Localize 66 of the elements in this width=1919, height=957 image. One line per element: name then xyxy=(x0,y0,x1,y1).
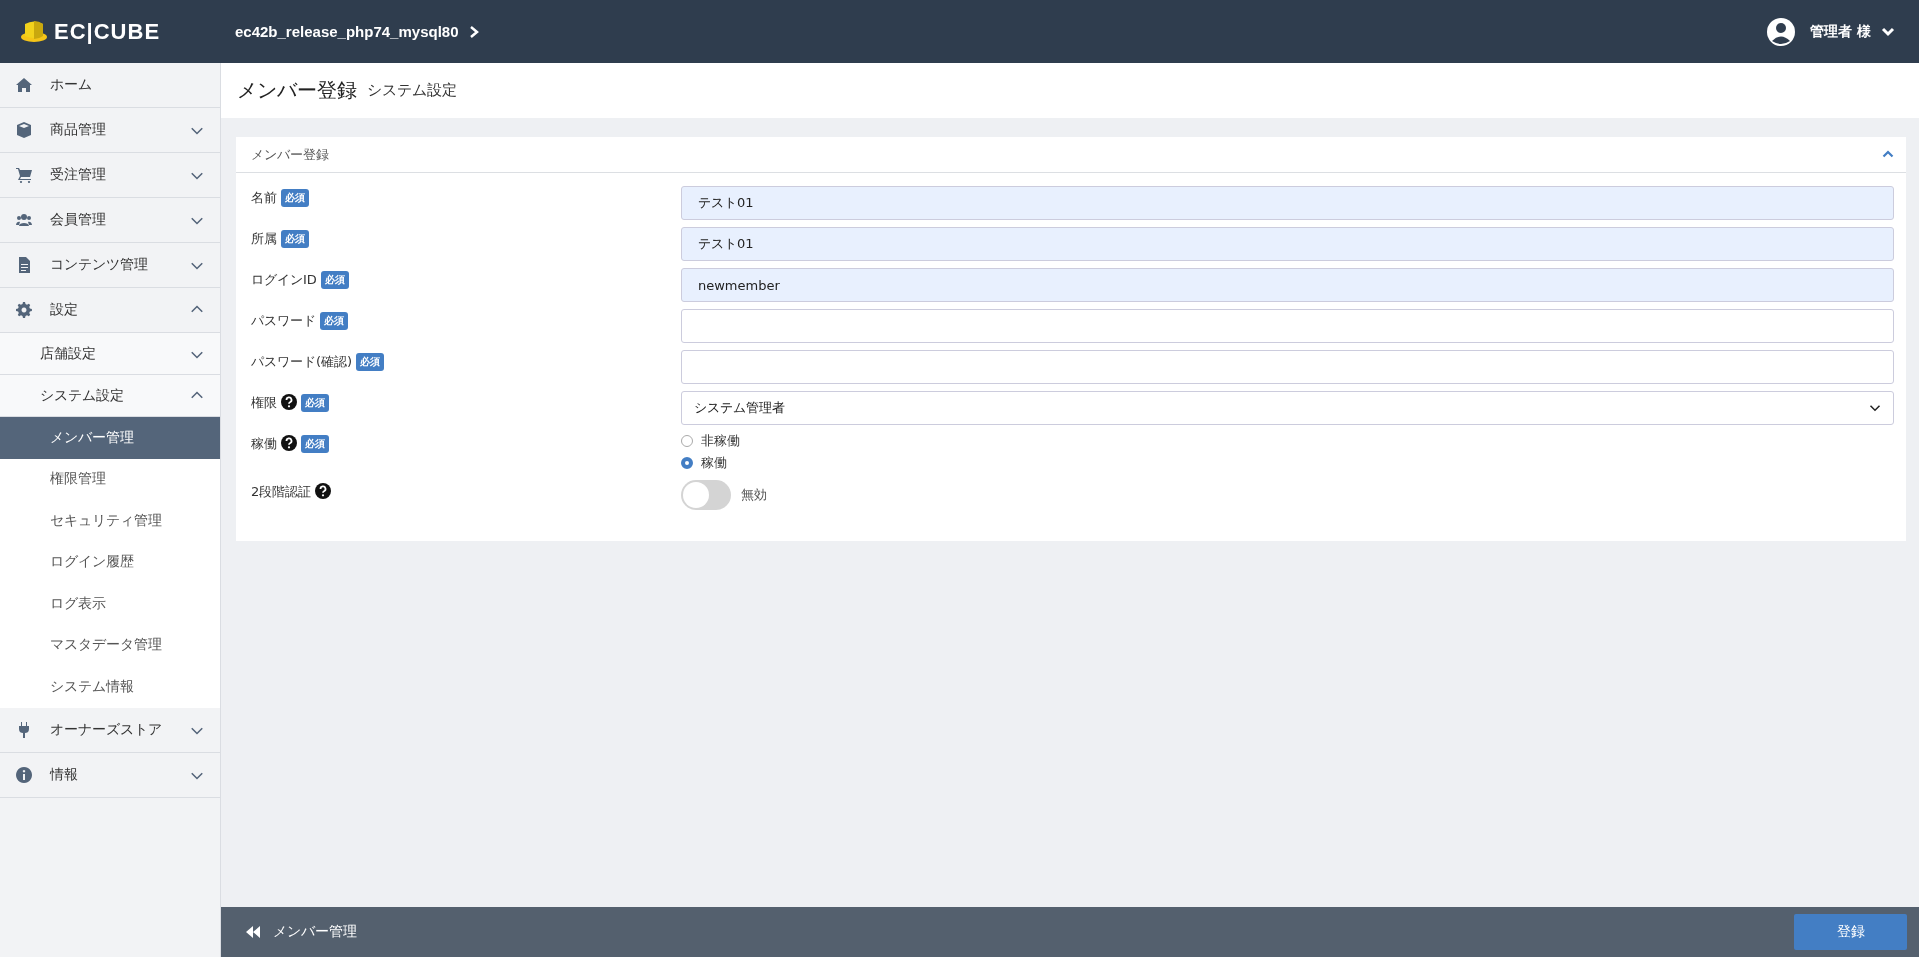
toggle-switch[interactable] xyxy=(681,480,731,510)
radio-label: 非稼働 xyxy=(701,432,740,450)
nav-subitem[interactable]: 店舗設定 xyxy=(0,333,220,375)
nav-item[interactable]: ホーム xyxy=(0,63,220,108)
nav-link[interactable]: ログイン履歴 xyxy=(0,541,220,583)
nav-item[interactable]: 商品管理 xyxy=(0,108,220,153)
chevron-down-icon xyxy=(1881,25,1895,38)
logo-text: EC|CUBE xyxy=(54,18,161,45)
text-field[interactable] xyxy=(681,309,1894,343)
nav-link[interactable]: セキュリティ管理 xyxy=(0,500,220,542)
toggle-label: 無効 xyxy=(741,486,767,504)
radio-label: 稼働 xyxy=(701,454,727,472)
field-label: パスワード xyxy=(251,312,316,330)
page-subtitle: システム設定 xyxy=(367,81,457,100)
select-field[interactable]: システム管理者 xyxy=(681,391,1894,425)
nav-item[interactable]: 会員管理 xyxy=(0,198,220,243)
nav-icon xyxy=(16,122,32,138)
help-icon[interactable] xyxy=(281,435,297,451)
nav-link[interactable]: メンバー管理 xyxy=(0,417,220,459)
nav-icon xyxy=(16,302,32,318)
field-label: パスワード(確認) xyxy=(251,353,353,371)
shop-link[interactable]: ec42b_release_php74_mysql80 xyxy=(235,23,459,40)
required-badge: 必須 xyxy=(281,189,309,207)
field-label: 2段階認証 xyxy=(251,483,312,501)
nav-item[interactable]: コンテンツ管理 xyxy=(0,243,220,288)
nav-link[interactable]: ログ表示 xyxy=(0,583,220,625)
nav-subitem[interactable]: システム設定 xyxy=(0,375,220,417)
nav-icon xyxy=(16,766,32,783)
double-left-arrow-icon xyxy=(245,926,261,938)
text-field[interactable] xyxy=(681,350,1894,384)
help-icon[interactable] xyxy=(315,483,332,499)
required-badge: 必須 xyxy=(356,353,385,371)
required-badge: 必須 xyxy=(301,435,329,453)
field-label: 所属 xyxy=(251,230,277,248)
nav-item[interactable]: 受注管理 xyxy=(0,153,220,198)
nav-item[interactable]: 情報 xyxy=(0,752,220,798)
hat-icon xyxy=(20,19,48,44)
required-badge: 必須 xyxy=(320,271,349,289)
text-field[interactable]: newmember xyxy=(681,268,1894,302)
radio-button[interactable] xyxy=(681,457,693,469)
field-label: 名前 xyxy=(251,189,277,207)
nav-icon xyxy=(16,77,32,93)
nav-icon xyxy=(16,212,32,228)
help-icon[interactable] xyxy=(281,394,297,410)
user-avatar-icon xyxy=(1766,16,1797,47)
nav-item[interactable]: オーナーズストア xyxy=(0,707,220,753)
nav-icon xyxy=(16,257,32,273)
required-badge: 必須 xyxy=(301,394,329,412)
text-field[interactable]: テスト01 xyxy=(681,186,1894,220)
field-label: ログインID xyxy=(251,271,317,289)
nav-link[interactable]: 権限管理 xyxy=(0,458,220,500)
required-badge: 必須 xyxy=(281,230,309,248)
text-field[interactable]: テスト01 xyxy=(681,227,1894,261)
chevron-right-icon xyxy=(468,24,481,39)
page-title: メンバー登録 xyxy=(237,77,357,104)
field-label: 権限 xyxy=(251,394,277,412)
register-button[interactable]: 登録 xyxy=(1794,914,1907,950)
card-title: メンバー登録 xyxy=(251,145,329,164)
required-badge: 必須 xyxy=(320,312,348,330)
field-label: 稼働 xyxy=(251,435,277,453)
back-link[interactable]: メンバー管理 xyxy=(245,923,357,941)
nav-link[interactable]: マスタデータ管理 xyxy=(0,624,220,666)
nav-link[interactable]: システム情報 xyxy=(0,666,220,708)
nav-icon xyxy=(16,721,32,738)
user-menu[interactable]: 管理者 様 xyxy=(1810,22,1871,41)
nav-icon xyxy=(16,167,32,183)
